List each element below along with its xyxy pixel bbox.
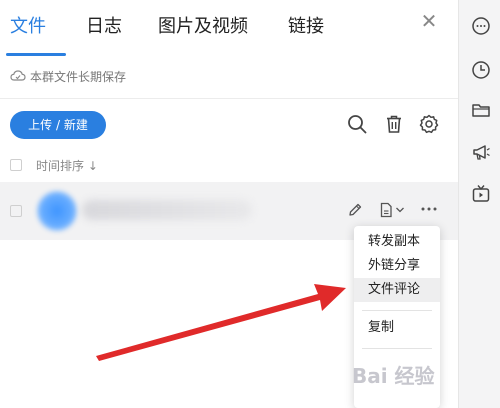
menu-separator	[362, 310, 432, 311]
menu-item-file-comment[interactable]: 文件评论	[354, 278, 440, 302]
sort-by-time[interactable]: 时间排序 ↓	[36, 157, 98, 174]
folder-icon[interactable]	[471, 100, 491, 120]
tab-files[interactable]: 文件	[10, 12, 46, 38]
cloud-icon	[10, 70, 26, 81]
trash-icon[interactable]	[383, 113, 405, 135]
tab-links[interactable]: 链接	[288, 12, 324, 38]
menu-item-share-link[interactable]: 外链分享	[354, 254, 440, 278]
chat-bubble-icon[interactable]	[471, 16, 491, 36]
close-icon[interactable]: ✕	[417, 9, 441, 33]
file-panel: 文件 日志 图片及视频 链接 ✕ 本群文件长期保存 上传 / 新建 时间排序 ↓	[0, 0, 458, 408]
menu-separator	[362, 348, 432, 349]
more-options-icon[interactable]	[420, 205, 438, 213]
divider	[0, 98, 458, 99]
search-icon[interactable]	[346, 113, 368, 135]
file-row-checkbox[interactable]	[10, 205, 22, 217]
menu-item-forward-copy[interactable]: 转发副本	[354, 230, 440, 254]
megaphone-icon[interactable]	[471, 142, 491, 162]
upload-new-button[interactable]: 上传 / 新建	[10, 111, 106, 139]
file-thumbnail-icon	[36, 190, 78, 232]
storage-info-text: 本群文件长期保存	[30, 69, 127, 84]
tab-bar: 文件 日志 图片及视频 链接	[0, 0, 458, 52]
document-icon[interactable]	[378, 202, 394, 218]
right-sidebar	[458, 0, 500, 408]
storage-info: 本群文件长期保存	[10, 66, 126, 86]
gear-icon[interactable]	[418, 113, 440, 135]
menu-item-copy[interactable]: 复制	[354, 316, 440, 340]
select-all-checkbox[interactable]	[10, 159, 22, 171]
active-tab-indicator	[6, 53, 66, 56]
tv-icon[interactable]	[471, 184, 491, 204]
tab-media[interactable]: 图片及视频	[158, 12, 248, 38]
clock-icon[interactable]	[471, 60, 491, 80]
chevron-down-icon[interactable]	[395, 206, 405, 214]
tab-logs[interactable]: 日志	[86, 12, 122, 38]
file-name-redacted	[82, 200, 252, 220]
edit-icon[interactable]	[347, 202, 363, 218]
watermark: Bai 经验	[352, 364, 435, 388]
